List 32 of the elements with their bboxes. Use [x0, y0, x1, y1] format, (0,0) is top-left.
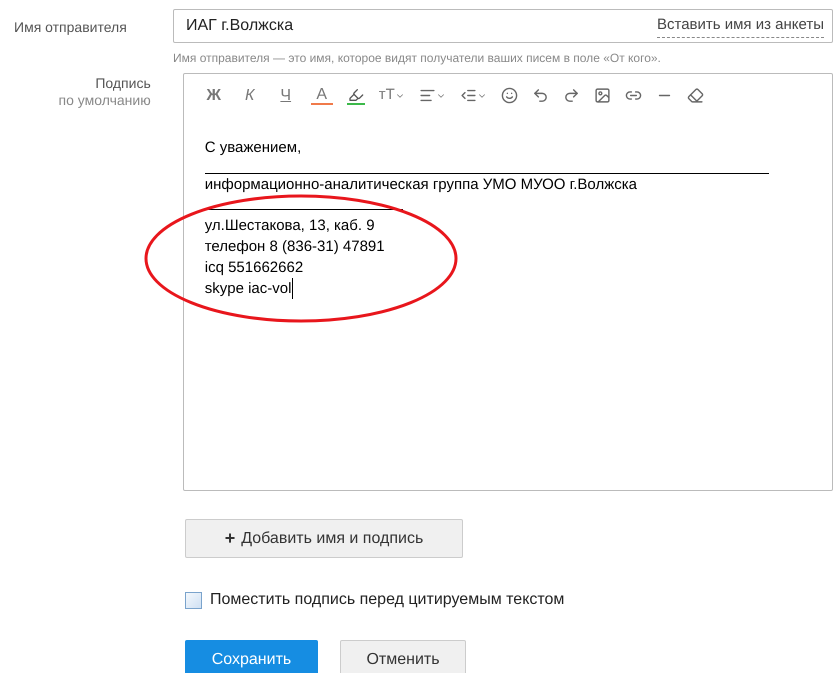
- field-label: Подпись: [95, 75, 151, 92]
- text-color-button[interactable]: A: [310, 86, 333, 105]
- field-sublabel: по умолчанию: [58, 92, 151, 109]
- add-signature-button[interactable]: + Добавить имя и подпись: [185, 519, 463, 558]
- font-size-button[interactable]: тТ: [378, 84, 405, 107]
- undo-icon[interactable]: [532, 87, 549, 104]
- field-label: Имя отправителя: [13, 18, 128, 37]
- save-button[interactable]: Сохранить: [185, 640, 318, 673]
- signature-editor[interactable]: Ж К Ч A тТ С уважением, информационно-аналитическая группа УМО МУОО г.Волжска ул.Шестакова, 13, каб. 9 телефон 8 (836-31) 47891 icq 551662662 skype iac-vol: [182, 73, 833, 491]
- sender-name-field[interactable]: ИАГ г.Волжска Вставить имя из анкеты: [173, 9, 833, 43]
- align-icon[interactable]: [418, 87, 446, 104]
- signature-line: информационно-аналитическая группа УМО МУОО г.Волжска: [204, 175, 638, 195]
- signature-line: С уважением,: [204, 138, 302, 158]
- signature-line: телефон 8 (836-31) 47891: [204, 237, 386, 257]
- format-button[interactable]: К: [238, 84, 261, 108]
- signature-line: ул.Шестакова, 13, каб. 9: [204, 216, 376, 236]
- highlighter-icon[interactable]: [346, 86, 365, 104]
- insert-name-link[interactable]: Вставить имя из анкеты: [656, 14, 824, 38]
- indent-icon[interactable]: [460, 87, 487, 104]
- checkbox[interactable]: [185, 592, 202, 608]
- format-button[interactable]: Ж: [202, 84, 225, 108]
- redo-icon[interactable]: [562, 87, 580, 104]
- signature-line: icq 551662662: [204, 258, 304, 278]
- signature-line: skype iac-vol: [204, 278, 294, 299]
- field-value: ИАГ г.Волжска: [186, 16, 294, 36]
- smiley-icon[interactable]: [500, 87, 518, 104]
- eraser-icon[interactable]: [686, 87, 704, 104]
- cancel-button[interactable]: Отменить: [340, 640, 466, 673]
- image-icon[interactable]: [594, 87, 611, 104]
- checkbox-label: Поместить подпись перед цитируемым текстом: [210, 590, 564, 610]
- field-hint: Имя отправителя — это имя, которое видят получатели ваших писем в поле «От кого».: [173, 50, 662, 67]
- underline-button[interactable]: Ч: [274, 84, 297, 108]
